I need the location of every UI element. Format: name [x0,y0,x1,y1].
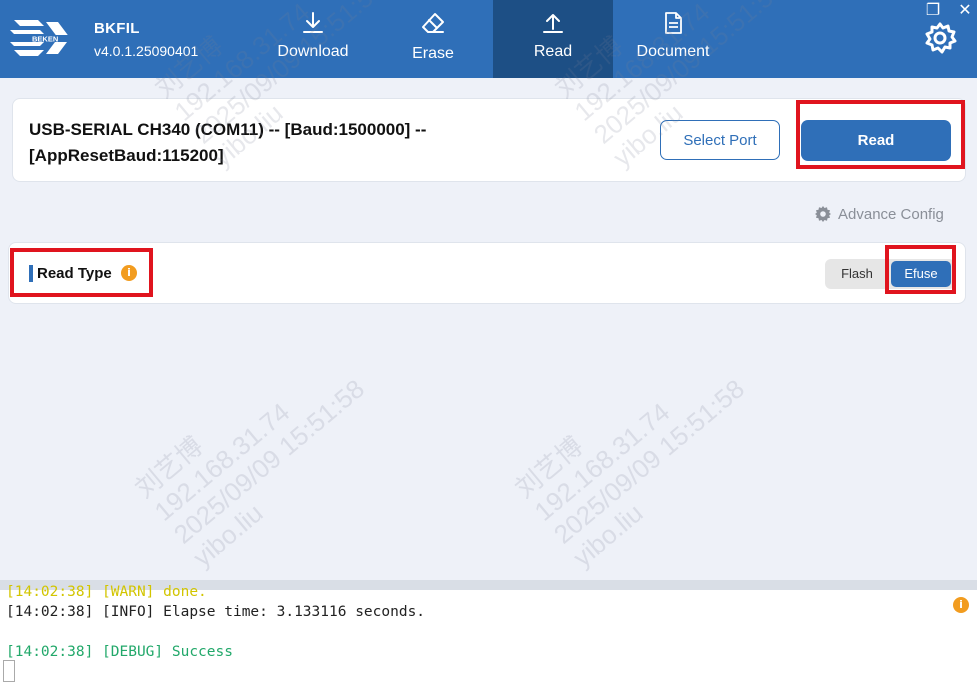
close-window-button[interactable]: ✕ [954,2,976,20]
tab-erase[interactable]: Erase [373,0,493,78]
gear-icon[interactable] [922,20,958,56]
app-name: BKFIL [94,20,140,37]
beken-logo: BEKEN [10,20,86,56]
tab-erase-label: Erase [412,45,454,62]
eraser-icon [422,13,444,33]
tab-download[interactable]: Download [253,0,373,78]
port-description: USB-SERIAL CH340 (COM11) -- [Baud:150000… [29,120,427,165]
read-type-flash-option[interactable]: Flash [829,261,885,287]
read-type-card: Read Type i Flash Efuse [8,242,966,304]
download-icon [303,12,323,33]
restore-icon: ❐ [925,2,941,19]
tab-download-label: Download [277,43,349,60]
watermark: 刘艺博192.168.31.742025/09/09 15:51:58yibo.… [129,373,370,573]
tab-document-label: Document [636,43,710,60]
gear-icon [815,206,831,222]
read-type-label: Read Type [37,265,112,282]
log-line-debug: [14:02:38] [DEBUG] Success [6,644,233,660]
log-panel: [14:02:38] [WARN] done. [14:02:38] [INFO… [0,584,977,682]
logo-text: BEKEN [32,35,58,44]
upload-icon [543,14,563,33]
log-input-cursor[interactable] [3,660,15,682]
log-line-info: [14:02:38] [INFO] Elapse time: 3.133116 … [6,604,426,620]
watermark: 刘艺博192.168.31.742025/09/09 15:51:58yibo.… [509,373,750,573]
tab-document[interactable]: Document [613,0,733,78]
close-icon: ✕ [958,2,972,19]
log-info-icon[interactable]: i [953,597,969,613]
read-button[interactable]: Read [801,120,951,161]
advance-config-link[interactable]: Advance Config [814,203,944,225]
read-type-efuse-option[interactable]: Efuse [891,261,951,287]
info-icon[interactable]: i [121,265,137,281]
log-line-warn: [14:02:38] [WARN] done. [6,584,207,600]
advance-config-label: Advance Config [838,205,944,223]
read-type-toggle: Flash Efuse [825,259,955,289]
section-marker [29,265,33,282]
port-card: USB-SERIAL CH340 (COM11) -- [Baud:150000… [12,98,966,182]
select-port-button[interactable]: Select Port [660,120,780,160]
tab-read[interactable]: Read [493,0,613,78]
restore-window-button[interactable]: ❐ [922,2,944,20]
app-version: v4.0.1.25090401 [94,43,199,59]
tab-read-label: Read [533,43,573,60]
document-icon [665,12,682,34]
header-bar: BEKEN BKFIL v4.0.1.25090401 Download Era… [0,0,977,78]
